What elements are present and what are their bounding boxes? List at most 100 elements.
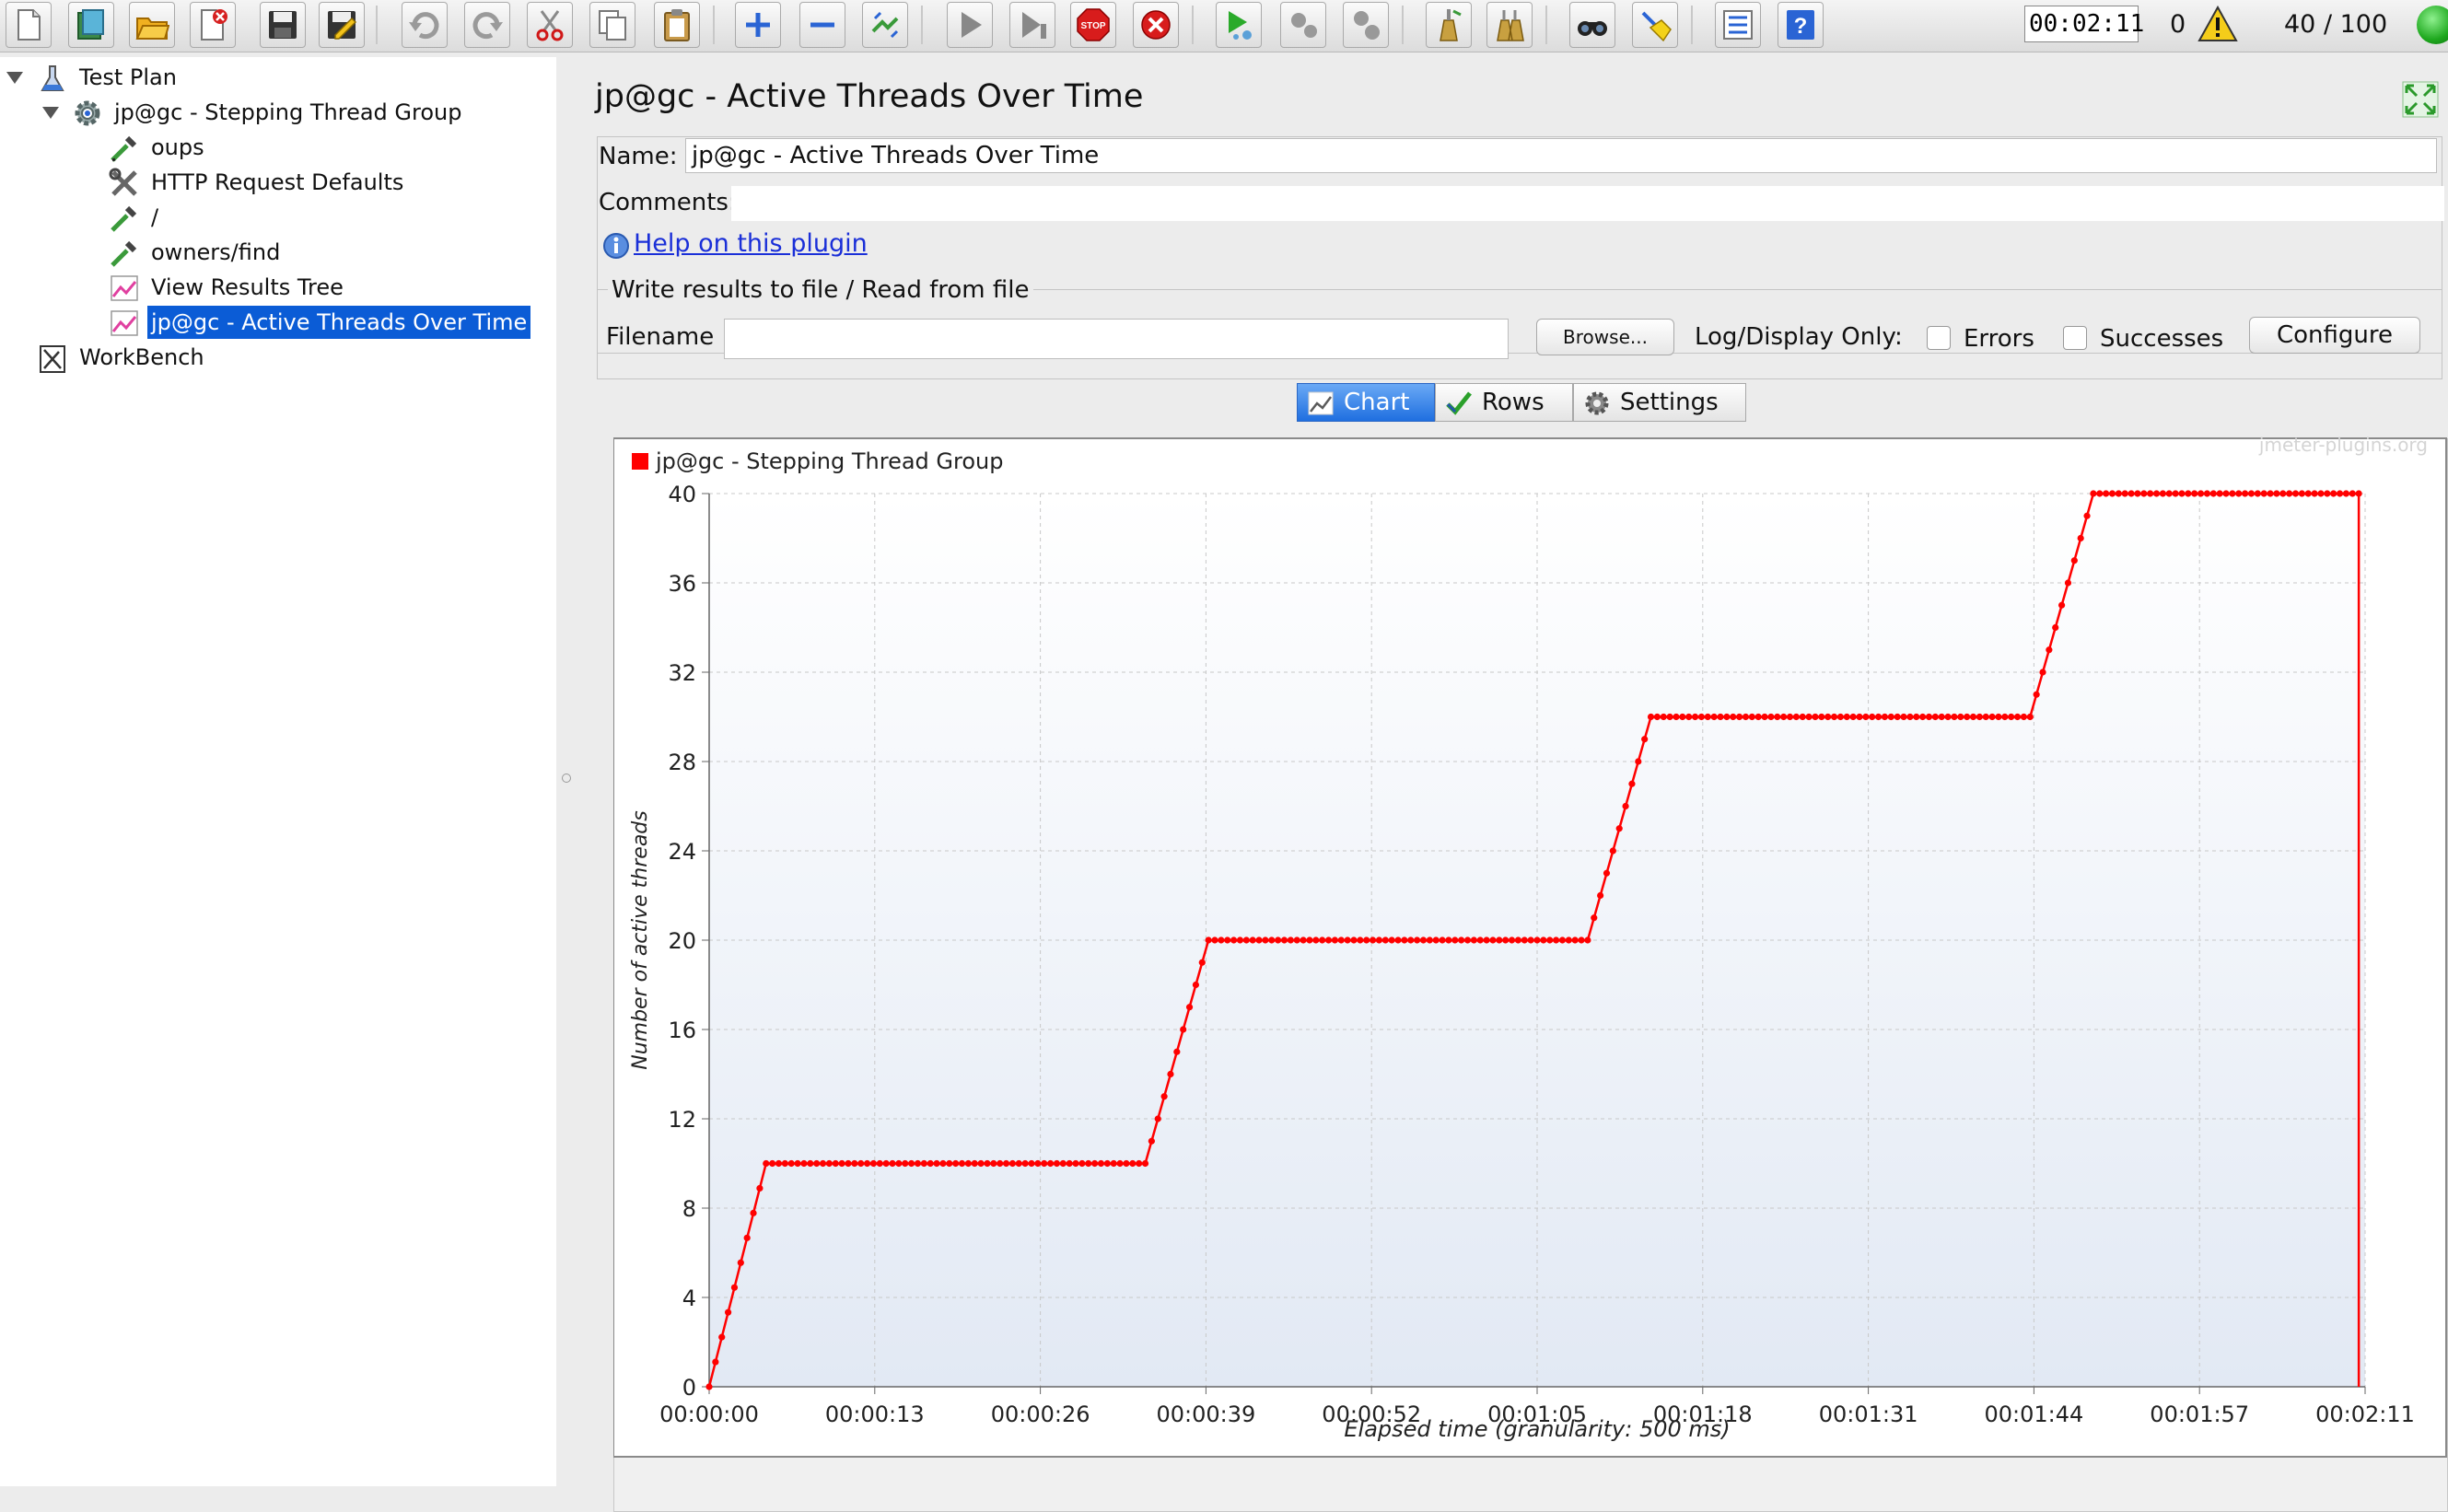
data-point [1812, 713, 1819, 721]
data-point [927, 1159, 934, 1168]
tab-settings[interactable]: Settings [1573, 383, 1746, 422]
test-plan-icon [41, 65, 64, 91]
pipette-icon [111, 205, 137, 232]
tree-node-label: WorkBench [79, 344, 204, 370]
stop-button[interactable]: STOP [1070, 2, 1116, 48]
data-point [1002, 1159, 1010, 1168]
name-field[interactable]: jp@gc - Active Threads Over Time [685, 138, 2437, 173]
data-point [1369, 936, 1377, 944]
split-pane-divider[interactable] [556, 57, 573, 1486]
data-point [2115, 490, 2122, 497]
data-point [1185, 1004, 1194, 1011]
tab-rows[interactable]: Rows [1435, 383, 1573, 422]
remote-start-button[interactable] [1216, 2, 1262, 48]
data-point [1015, 1159, 1022, 1168]
data-point [952, 1159, 960, 1168]
data-point [1887, 713, 1894, 721]
data-point [1066, 1159, 1073, 1168]
data-point [1982, 713, 1989, 721]
warning-icon[interactable] [2197, 6, 2238, 42]
open-button[interactable] [129, 2, 175, 48]
data-point [2203, 490, 2211, 497]
clear-all-button[interactable] [1486, 2, 1533, 48]
help-button[interactable]: ? [1778, 2, 1824, 48]
configure-button[interactable]: Configure [2249, 317, 2420, 354]
comments-field[interactable] [731, 186, 2444, 221]
close-button[interactable] [190, 2, 236, 48]
data-point [1407, 936, 1415, 944]
data-point [2165, 490, 2173, 497]
y-tick-label: 0 [682, 1375, 696, 1401]
filename-input[interactable] [724, 319, 1509, 359]
shutdown-button[interactable] [1133, 2, 1179, 48]
paste-button[interactable] [654, 2, 700, 48]
remote-stop-button[interactable] [1280, 2, 1326, 48]
data-point [1053, 1159, 1061, 1168]
paste-icon [664, 9, 690, 41]
data-point [718, 1333, 726, 1341]
y-tick-label: 40 [668, 482, 696, 507]
start-no-pauses-button[interactable] [1009, 2, 1055, 48]
data-point [1154, 1115, 1161, 1122]
y-tick-label: 20 [668, 928, 696, 954]
data-point [1445, 936, 1452, 944]
data-point [1041, 1159, 1048, 1168]
browse-button[interactable]: Browse... [1536, 319, 1674, 355]
help-link[interactable]: Help on this plugin [634, 227, 868, 262]
test-plan-tree[interactable]: Test Plan jp@gc - Stepping Thread Group … [0, 57, 557, 1486]
data-point [1337, 936, 1345, 944]
data-point [2096, 490, 2104, 497]
toggle-button[interactable] [862, 2, 908, 48]
save-as-button[interactable] [319, 2, 365, 48]
successes-checkbox[interactable] [2063, 326, 2087, 350]
data-point [712, 1358, 719, 1366]
data-point [1255, 936, 1263, 944]
remote-shutdown-button[interactable] [1343, 2, 1389, 48]
data-point [1736, 713, 1743, 721]
data-point [1919, 713, 1927, 721]
collapse-toggle[interactable] [42, 107, 59, 119]
cut-button[interactable] [527, 2, 573, 48]
templates-button[interactable] [68, 2, 114, 48]
data-point [908, 1159, 915, 1168]
reset-search-button[interactable] [1632, 2, 1678, 48]
tab-chart[interactable]: Chart [1297, 383, 1435, 422]
toggle-icon [871, 11, 899, 39]
collapse-all-button[interactable] [799, 2, 845, 48]
data-point [1008, 1159, 1017, 1168]
start-button[interactable] [947, 2, 993, 48]
search-button[interactable] [1569, 2, 1615, 48]
clear-button[interactable] [1426, 2, 1472, 48]
collapse-icon [810, 22, 834, 28]
data-point [781, 1159, 788, 1168]
function-helper-button[interactable] [1715, 2, 1761, 48]
x-tick-label: 00:01:57 [2150, 1402, 2249, 1427]
data-point [1874, 713, 1883, 721]
undo-button[interactable] [402, 2, 448, 48]
collapse-toggle[interactable] [6, 72, 23, 84]
active-thread-count: 40 / 100 [2284, 10, 2388, 39]
data-point [750, 1209, 757, 1216]
new-button[interactable] [6, 2, 52, 48]
errors-checkbox[interactable] [1927, 326, 1951, 350]
data-point [1300, 936, 1307, 944]
data-point [1496, 936, 1503, 944]
data-point [838, 1159, 845, 1168]
chart-icon [111, 275, 138, 301]
clear-icon [1440, 9, 1462, 41]
data-point [2247, 490, 2256, 497]
data-point [743, 1234, 751, 1241]
data-point [1275, 936, 1282, 944]
maximize-icon[interactable] [2402, 81, 2439, 118]
redo-button[interactable] [464, 2, 510, 48]
save-button[interactable] [260, 2, 306, 48]
data-point [984, 1159, 991, 1168]
copy-button[interactable] [589, 2, 635, 48]
save-as-icon [328, 11, 357, 40]
data-point [2235, 490, 2243, 497]
data-point [2140, 490, 2148, 497]
data-point [1262, 936, 1269, 944]
data-point [1072, 1159, 1079, 1168]
expand-all-button[interactable] [735, 2, 781, 48]
data-point [2191, 490, 2198, 497]
